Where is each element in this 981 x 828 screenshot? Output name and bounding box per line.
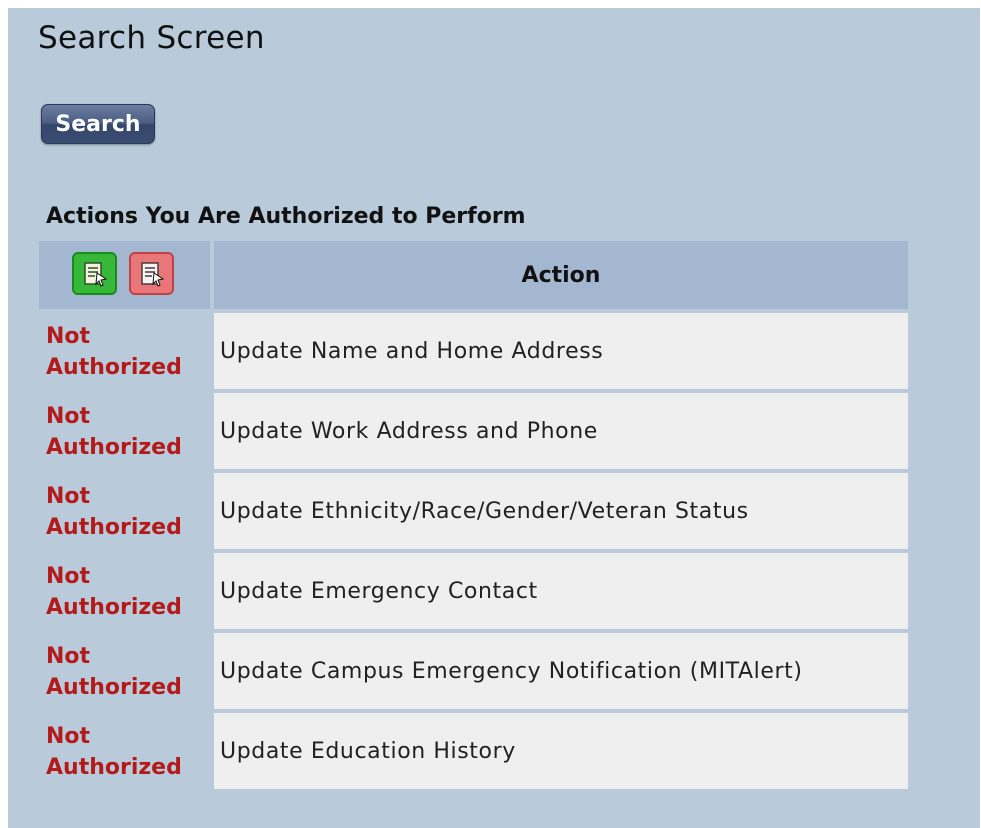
actions-section-heading: Actions You Are Authorized to Perform — [46, 204, 526, 229]
action-column-header: Action — [210, 241, 908, 309]
deselect-all-icon[interactable] — [129, 252, 174, 295]
table-row: Not Authorized Update Campus Emergency N… — [39, 629, 908, 709]
actions-table: Action Not Authorized Update Name and Ho… — [39, 241, 908, 789]
table-row: Not Authorized Update Work Address and P… — [39, 389, 908, 469]
not-authorized-label: Not Authorized — [46, 564, 182, 620]
not-authorized-label: Not Authorized — [46, 404, 182, 460]
page-title: Search Screen — [38, 20, 265, 56]
search-screen-panel: Search Screen Search Actions You Are Aut… — [8, 8, 980, 828]
status-cell: Not Authorized — [39, 629, 210, 709]
status-cell: Not Authorized — [39, 469, 210, 549]
action-cell: Update Ethnicity/Race/Gender/Veteran Sta… — [210, 469, 908, 549]
action-cell: Update Emergency Contact — [210, 549, 908, 629]
not-authorized-label: Not Authorized — [46, 484, 182, 540]
action-cell: Update Campus Emergency Notification (MI… — [210, 629, 908, 709]
select-all-icon[interactable] — [72, 252, 117, 295]
status-cell: Not Authorized — [39, 709, 210, 789]
table-row: Not Authorized Update Emergency Contact — [39, 549, 908, 629]
status-cell: Not Authorized — [39, 309, 210, 389]
action-cell: Update Name and Home Address — [210, 309, 908, 389]
header-icons-cell — [39, 241, 210, 309]
table-row: Not Authorized Update Name and Home Addr… — [39, 309, 908, 389]
search-button[interactable]: Search — [41, 104, 155, 144]
table-row: Not Authorized Update Education History — [39, 709, 908, 789]
table-row: Not Authorized Update Ethnicity/Race/Gen… — [39, 469, 908, 549]
status-cell: Not Authorized — [39, 389, 210, 469]
not-authorized-label: Not Authorized — [46, 644, 182, 700]
action-cell: Update Education History — [210, 709, 908, 789]
action-cell: Update Work Address and Phone — [210, 389, 908, 469]
status-cell: Not Authorized — [39, 549, 210, 629]
not-authorized-label: Not Authorized — [46, 324, 182, 380]
actions-table-header-row: Action — [39, 241, 908, 309]
not-authorized-label: Not Authorized — [46, 724, 182, 780]
